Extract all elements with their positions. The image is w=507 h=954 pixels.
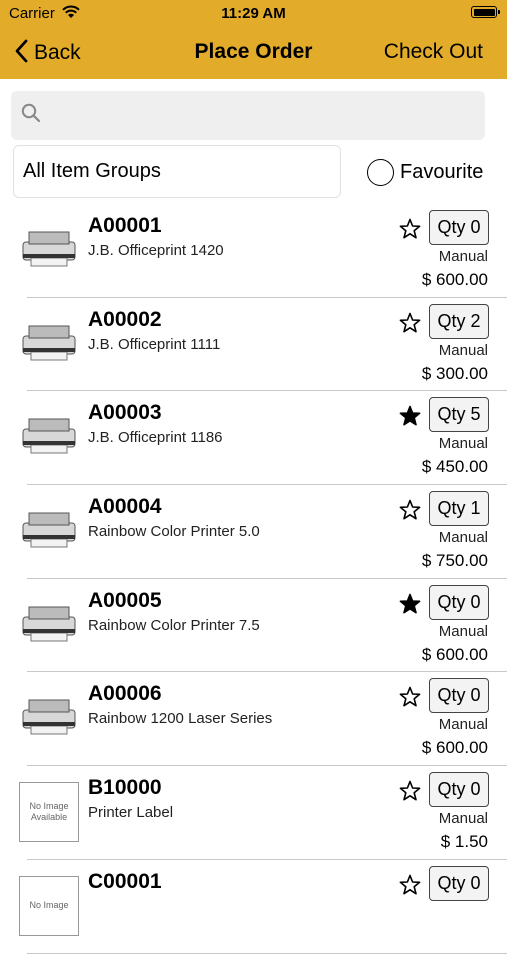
clock: 11:29 AM	[221, 5, 286, 22]
status-bar: Carrier 11:29 AM	[0, 0, 507, 28]
qty-button[interactable]: Qty 0	[429, 772, 489, 808]
price-mode: Manual	[438, 341, 488, 359]
favourite-star-icon[interactable]	[399, 593, 421, 615]
item-price: $ 1.50	[440, 832, 488, 852]
checkout-button[interactable]: Check Out	[384, 40, 483, 64]
battery-icon	[471, 6, 500, 18]
item-group-dropdown[interactable]: All Item Groups	[13, 145, 341, 198]
item-row[interactable]: A00003 J.B. Officeprint 1186 Qty 5 Manual $ …	[0, 391, 507, 486]
no-image-placeholder: No Image Available	[19, 782, 79, 843]
item-row[interactable]: A00005 Rainbow Color Printer 7.5 Qty 0 Manu…	[0, 579, 507, 673]
item-code: A00006	[88, 682, 162, 706]
search-icon	[21, 103, 41, 128]
printer-icon	[19, 220, 80, 276]
printer-icon	[19, 501, 80, 557]
item-price: $ 600.00	[421, 644, 488, 664]
qty-button[interactable]: Qty 1	[429, 491, 489, 527]
favourite-star-icon[interactable]	[399, 218, 421, 240]
app-header: Carrier 11:29 AM Back Place Order Check …	[0, 0, 507, 79]
item-name: J.B. Officeprint 1420	[88, 242, 224, 259]
item-row[interactable]: A00006 Rainbow 1200 Laser Series Qty 0 Manu…	[0, 672, 507, 767]
item-price: $ 600.00	[421, 738, 488, 758]
item-code: A00002	[88, 307, 162, 331]
qty-button[interactable]: Qty 0	[429, 584, 489, 620]
item-row[interactable]: No Image C00001 Qty 0	[0, 860, 507, 954]
item-name: Printer Label	[88, 804, 174, 822]
qty-button[interactable]: Qty 0	[429, 865, 489, 901]
search-input[interactable]	[47, 94, 485, 137]
item-name: J.B. Officeprint 1111	[88, 335, 221, 353]
favourite-star-icon[interactable]	[399, 686, 421, 708]
item-code: A00004	[88, 495, 162, 519]
item-row[interactable]: A00001 J.B. Officeprint 1420 Qty 0 Manual $ …	[0, 204, 507, 298]
no-image-text: No Image	[29, 900, 69, 911]
printer-icon	[19, 688, 80, 744]
printer-icon	[19, 407, 80, 463]
item-list: A00001 J.B. Officeprint 1420 Qty 0 Manual $ …	[0, 204, 507, 954]
item-name: J.B. Officeprint 1186	[88, 429, 223, 447]
price-mode: Manual	[438, 529, 488, 547]
qty-button[interactable]: Qty 5	[429, 397, 489, 433]
item-price: $ 450.00	[421, 457, 488, 477]
item-code: A00003	[88, 401, 162, 425]
favourite-star-icon[interactable]	[399, 780, 421, 802]
printer-icon	[19, 314, 80, 370]
favourite-star-icon[interactable]	[399, 405, 421, 427]
qty-button[interactable]: Qty 2	[429, 303, 489, 339]
price-mode: Manual	[438, 435, 488, 453]
item-name: Rainbow 1200 Laser Series	[88, 710, 273, 728]
item-code: A00001	[88, 214, 162, 237]
item-name: Rainbow Color Printer 7.5	[88, 616, 260, 634]
no-image-placeholder: No Image	[19, 875, 79, 936]
item-name: Rainbow Color Printer 5.0	[88, 523, 260, 541]
qty-button[interactable]: Qty 0	[429, 678, 489, 714]
qty-button[interactable]: Qty 0	[429, 210, 489, 245]
price-mode: Manual	[438, 810, 488, 828]
no-image-text: No Image Available	[29, 801, 69, 823]
item-price: $ 600.00	[421, 270, 488, 289]
search-bar[interactable]	[11, 91, 485, 140]
favourite-label: Favourite	[400, 160, 484, 183]
item-code: A00005	[88, 588, 162, 612]
favourite-toggle[interactable]: Favourite	[367, 155, 483, 189]
price-mode: Manual	[438, 716, 488, 734]
price-mode: Manual	[438, 248, 488, 265]
item-row[interactable]: A00004 Rainbow Color Printer 5.0 Qty 1 Manu…	[0, 485, 507, 579]
item-price: $ 300.00	[421, 363, 488, 383]
price-mode: Manual	[438, 622, 488, 640]
favourite-star-icon[interactable]	[399, 874, 421, 896]
row-separator	[27, 952, 507, 954]
item-code: C00001	[88, 869, 162, 893]
item-row[interactable]: No Image Available B10000 Printer Label Qty…	[0, 766, 507, 860]
item-row[interactable]: A00002 J.B. Officeprint 1111 Qty 2 Manual $ …	[0, 298, 507, 392]
item-price: $ 750.00	[421, 551, 488, 571]
favourite-radio[interactable]	[367, 158, 394, 186]
favourite-star-icon[interactable]	[399, 312, 421, 334]
printer-icon	[19, 595, 80, 651]
favourite-star-icon[interactable]	[399, 499, 421, 521]
item-code: B10000	[88, 776, 162, 800]
